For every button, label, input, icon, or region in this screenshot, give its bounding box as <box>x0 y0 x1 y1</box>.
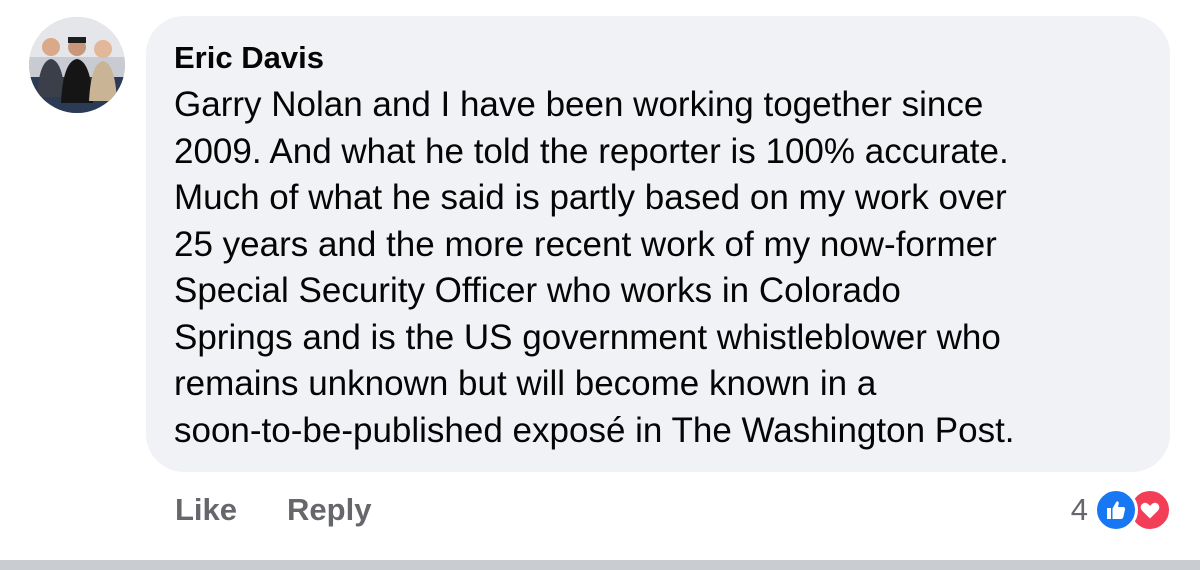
comment-text-line: 25 years and the more recent work of my … <box>174 224 997 264</box>
reply-button[interactable]: Reply <box>287 490 371 530</box>
comment-actions: Like Reply <box>175 490 371 530</box>
like-button[interactable]: Like <box>175 490 237 530</box>
thumbs-up-icon <box>1094 488 1138 532</box>
comment-text-line: 2009. And what he told the reporter is 1… <box>174 131 1009 171</box>
comment: Eric Davis Garry Nolan and I have been w… <box>0 0 1200 570</box>
comment-text-line: soon-to-be-published exposé in The Washi… <box>174 410 1015 450</box>
avatar-photo <box>29 17 125 113</box>
comment-text-line: Special Security Officer who works in Co… <box>174 271 901 310</box>
comment-author[interactable]: Eric Davis <box>174 38 1142 78</box>
comment-text-line: Springs and is the US government whistle… <box>174 317 1001 357</box>
comment-text-line: Garry Nolan and I have been working toge… <box>174 85 984 124</box>
comment-text-line: Much of what he said is partly based on … <box>174 178 1007 217</box>
comment-text: Garry Nolan and I have been working toge… <box>174 82 1142 454</box>
divider <box>0 560 1200 570</box>
reactions-summary[interactable]: 4 <box>1071 488 1172 532</box>
comment-text-line: remains unknown but will become known in… <box>174 364 877 403</box>
comment-bubble: Eric Davis Garry Nolan and I have been w… <box>146 16 1170 472</box>
avatar[interactable] <box>29 17 125 113</box>
reaction-count: 4 <box>1070 492 1088 527</box>
